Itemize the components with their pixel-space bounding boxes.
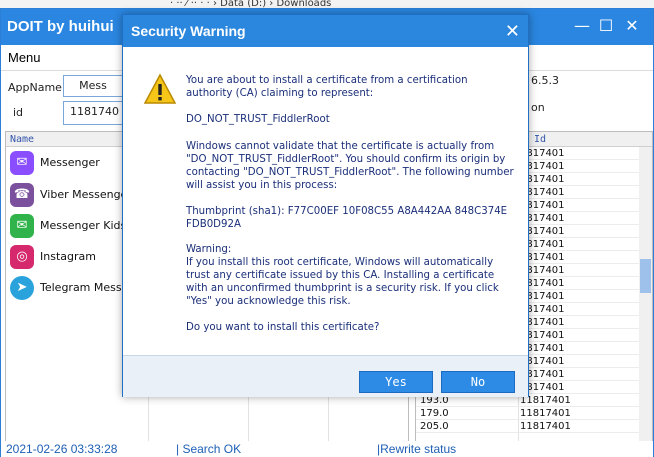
status-rewrite: |Rewrite status [377,442,457,456]
scrollbar-thumb[interactable] [640,259,651,293]
yes-button[interactable]: Yes [359,371,433,393]
menu-item[interactable]: Menu [8,50,41,65]
dialog-text-thumbprint: Thumbprint (sha1): F77C00EF 10F08C55 A8A… [186,206,508,230]
warning-icon [143,73,177,104]
dialog-title: Security Warning [131,23,246,39]
table-row[interactable]: 205.0 11817401 [416,421,652,433]
messenger-icon: ✉ [10,151,34,175]
version-text: 6.5.3 [531,74,559,87]
list-item-label: Messenger [40,156,100,169]
app-title: DOIT by huihui [7,18,114,35]
list-item-label: Instagram [40,250,96,263]
dialog-text-intro: You are about to install a certificate f… [186,75,468,99]
close-button[interactable]: ✕ [623,17,641,35]
status-time: 2021-02-26 03:33:28 [6,442,118,456]
instagram-icon: ◎ [10,245,34,269]
table-cell-id: 11817401 [520,408,571,419]
telegram-icon: ➤ [10,276,34,300]
security-warning-dialog: Security Warning ✕ You are about to inst… [122,14,529,397]
dialog-footer: Yes No [123,355,528,397]
id-input[interactable]: 1181740 [63,101,123,125]
dialog-text-warning: Warning: If you install this root certif… [186,244,499,307]
maximize-button[interactable]: ☐ [597,17,615,35]
partial-text: on [531,101,545,114]
table-row[interactable]: 179.0 11817401 [416,408,652,420]
dialog-text-ca-name: DO_NOT_TRUST_FiddlerRoot [186,114,330,125]
table-cell: 179.0 [420,408,449,419]
appname-input[interactable]: Mess [63,75,123,97]
list-item-label: Messenger Kids [40,219,127,232]
dialog-close-button[interactable]: ✕ [505,21,520,42]
dialog-body: You are about to install a certificate f… [123,47,528,355]
id-label: id [13,106,24,119]
table-cell-id: 11817401 [520,421,571,432]
table-cell: 205.0 [420,421,449,432]
messenger-kids-icon: ✉ [10,214,34,238]
dialog-text-validation: Windows cannot validate that the certifi… [186,141,514,191]
dialog-text-question: Do you want to install this certificate? [186,322,380,333]
status-bar: 2021-02-26 03:33:28 | Search OK |Rewrite… [1,441,653,457]
status-search: | Search OK [176,442,242,456]
no-button[interactable]: No [441,371,515,393]
minimize-button[interactable]: — [573,17,591,35]
appname-label: AppName [8,81,62,94]
table-scrollbar[interactable] [639,147,652,442]
dialog-titlebar: Security Warning ✕ [123,15,528,47]
viber-icon: ☎ [10,183,34,207]
